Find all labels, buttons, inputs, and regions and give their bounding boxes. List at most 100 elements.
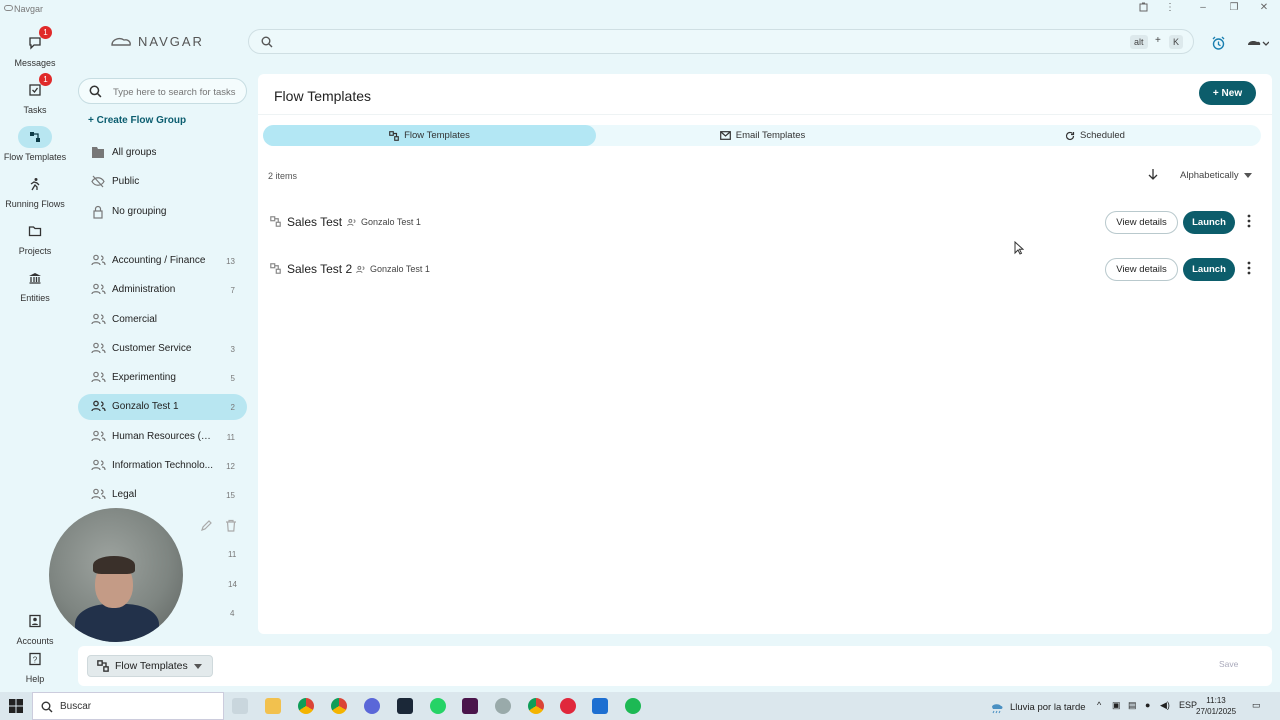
chrome-work-icon[interactable] — [528, 698, 544, 714]
chrome-alt-icon[interactable] — [364, 698, 380, 714]
refresh-schedule-icon — [1065, 131, 1075, 140]
people-icon — [91, 459, 106, 471]
tray-chevron-up-icon[interactable]: ^ — [1097, 700, 1101, 710]
tab-label: Email Templates — [735, 130, 806, 141]
save-button[interactable]: Save — [1219, 659, 1238, 669]
task-view-icon[interactable] — [232, 698, 248, 714]
spotify-icon[interactable] — [625, 698, 641, 714]
language-indicator[interactable]: ESP — [1179, 700, 1197, 710]
rail-item-help[interactable]: ? Help — [0, 648, 70, 684]
rail-item-tasks[interactable]: 1 Tasks — [0, 73, 70, 115]
group-count: 2 — [230, 403, 235, 412]
global-search-input[interactable] — [281, 33, 1141, 50]
file-explorer-icon[interactable] — [265, 698, 281, 714]
group-count: 5 — [230, 374, 235, 383]
chrome-profile-icon[interactable] — [331, 698, 347, 714]
webcam-person-body — [75, 604, 159, 642]
sort-direction-icon[interactable] — [1148, 168, 1158, 183]
rail-item-projects[interactable]: Projects — [0, 220, 70, 256]
os-search-box[interactable]: Buscar — [32, 692, 224, 720]
webcam-overlay — [49, 508, 183, 642]
tray-volume-icon[interactable]: ◀) — [1160, 700, 1170, 711]
notifications-icon[interactable]: ▭ — [1252, 700, 1261, 711]
launch-button[interactable]: Launch — [1183, 211, 1235, 234]
group-item[interactable]: Information Technolo... 12 — [78, 453, 247, 479]
group-item[interactable]: Human Resources (HR) 11 — [78, 424, 247, 450]
group-name: Experimenting — [112, 372, 176, 383]
group-item[interactable]: Customer Service 3 — [78, 336, 247, 362]
rail-item-flow-templates[interactable]: Flow Templates — [0, 126, 70, 162]
steam-icon[interactable] — [397, 698, 413, 714]
brand-logo[interactable]: NAVGAR — [110, 34, 204, 49]
template-name: Sales Test 2 — [287, 262, 353, 276]
maximize-icon[interactable]: ❐ — [1227, 2, 1241, 13]
weather-text: Lluvia por la tarde — [1010, 701, 1086, 713]
group-item[interactable]: Legal 15 — [78, 482, 247, 508]
group-count: 12 — [226, 462, 235, 471]
slack-icon[interactable] — [462, 698, 478, 714]
tab-email-templates[interactable]: Email Templates — [596, 125, 929, 146]
windows-start-icon[interactable] — [9, 699, 23, 716]
shortcut-plus: + — [1155, 35, 1161, 46]
filter-all-groups[interactable]: All groups — [78, 140, 247, 166]
view-details-button[interactable]: View details — [1105, 211, 1178, 234]
tab-label: Flow Templates — [404, 130, 470, 141]
weather-widget[interactable]: Lluvia por la tarde — [990, 700, 1086, 714]
people-icon — [91, 313, 106, 325]
group-item[interactable]: Comercial — [78, 307, 247, 333]
edit-pencil-icon[interactable] — [200, 519, 213, 535]
close-icon[interactable]: ✕ — [1257, 2, 1271, 13]
create-flow-group-button[interactable]: + Create Flow Group — [88, 115, 186, 126]
more-vert-icon[interactable] — [1247, 261, 1251, 278]
filter-public[interactable]: Public — [78, 169, 247, 195]
delete-trash-icon[interactable] — [225, 519, 237, 535]
filter-label: Public — [112, 176, 140, 187]
group-item[interactable]: Experimenting 5 — [78, 365, 247, 391]
user-menu-icon[interactable] — [1247, 38, 1270, 52]
group-count: 11 — [226, 433, 235, 442]
opera-icon[interactable] — [560, 698, 576, 714]
view-selector-dropdown[interactable]: Flow Templates — [87, 655, 213, 677]
global-search-bar[interactable]: alt + K — [248, 29, 1194, 54]
tray-network-icon[interactable]: ▤ — [1128, 700, 1137, 711]
more-vert-icon[interactable]: ⋮ — [1163, 2, 1177, 13]
weather-rain-icon — [992, 704, 1003, 714]
chrome-icon[interactable] — [298, 698, 314, 714]
group-count: 14 — [228, 580, 237, 589]
clock[interactable]: 11:13 27/01/2025 — [1196, 695, 1236, 717]
rail-label-help: Help — [25, 674, 45, 684]
group-count: 3 — [230, 345, 235, 354]
rail-item-accounts[interactable]: Accounts — [0, 610, 70, 646]
group-item[interactable]: Accounting / Finance 13 — [78, 248, 247, 274]
task-search-input[interactable] — [113, 84, 241, 100]
tab-flow-templates[interactable]: Flow Templates — [263, 125, 596, 146]
filter-no-grouping[interactable]: No grouping — [78, 199, 247, 225]
app-blue-icon[interactable] — [592, 698, 608, 714]
whatsapp-icon[interactable] — [430, 698, 446, 714]
app-icon[interactable] — [495, 698, 511, 714]
group-count: 7 — [230, 286, 235, 295]
launch-button[interactable]: Launch — [1183, 258, 1235, 281]
search-icon — [41, 701, 53, 713]
task-search-box[interactable] — [78, 78, 247, 104]
rail-item-running-flows[interactable]: Running Flows — [0, 173, 70, 209]
tab-label: Scheduled — [1080, 130, 1125, 141]
alarm-clock-icon[interactable] — [1211, 36, 1226, 54]
minimize-icon[interactable]: – — [1196, 2, 1210, 13]
tab-scheduled[interactable]: Scheduled — [929, 125, 1261, 146]
tray-mic-icon[interactable]: ● — [1145, 700, 1150, 710]
filter-label: All groups — [112, 147, 157, 158]
rail-item-entities[interactable]: Entities — [0, 267, 70, 303]
rail-label-tasks: Tasks — [23, 105, 47, 115]
tray-app-icon[interactable]: ▣ — [1112, 700, 1121, 711]
people-icon — [91, 283, 106, 295]
more-vert-icon[interactable] — [1247, 214, 1251, 231]
group-item-active[interactable]: Gonzalo Test 1 2 — [78, 394, 247, 420]
group-item[interactable]: Administration 7 — [78, 277, 247, 303]
extensions-icon[interactable] — [1137, 2, 1151, 15]
view-details-button[interactable]: View details — [1105, 258, 1178, 281]
flow-template-icon — [97, 660, 109, 672]
sort-select[interactable]: Alphabetically — [1180, 170, 1252, 181]
new-button[interactable]: + New — [1199, 81, 1256, 105]
rail-item-messages[interactable]: 1 Messages — [0, 26, 70, 68]
